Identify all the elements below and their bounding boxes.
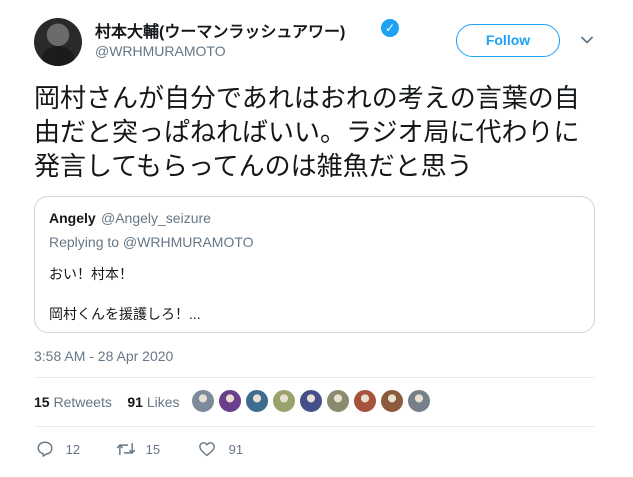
tweet-text: 岡村さんが自分であれはおれの考えの言葉の自由だと突っぱねればいい。ラジオ局に代わ…: [34, 83, 580, 181]
divider: [34, 426, 595, 427]
reply-button[interactable]: 12: [36, 440, 80, 460]
follow-button[interactable]: Follow: [456, 24, 560, 57]
reply-count: 12: [65, 441, 81, 457]
quoted-author-name: Angely: [49, 210, 96, 226]
liker-avatar[interactable]: [272, 389, 296, 413]
likes-count[interactable]: 91: [127, 394, 143, 410]
retweet-count: 15: [145, 441, 161, 457]
liker-avatar[interactable]: [191, 389, 215, 413]
retweet-button[interactable]: 15: [116, 440, 160, 460]
heart-icon: [199, 442, 215, 457]
reply-icon: [37, 441, 53, 457]
chevron-down-icon[interactable]: [581, 34, 593, 46]
liker-avatar[interactable]: [245, 389, 269, 413]
like-count: 91: [228, 441, 244, 457]
quoted-text-line: おい！村本！: [49, 266, 133, 282]
likes-label[interactable]: Likes: [147, 394, 180, 410]
author-avatar[interactable]: [34, 18, 82, 66]
liker-avatar[interactable]: [407, 389, 431, 413]
quoted-author-handle: @Angely_seizure: [101, 210, 211, 226]
retweets-count[interactable]: 15: [34, 394, 50, 410]
quoted-replying-to: Replying to @WRHMURAMOTO: [49, 234, 254, 250]
divider: [34, 377, 595, 378]
liker-avatars: [191, 389, 434, 415]
liker-avatar[interactable]: [299, 389, 323, 413]
quoted-text-line: 岡村くんを援護しろ！...: [49, 306, 201, 322]
tweet-stats: 15 Retweets 91 Likes: [34, 394, 180, 410]
author-handle[interactable]: @WRHMURAMOTO: [95, 43, 226, 59]
author-display-name[interactable]: 村本大輔(ウーマンラッシュアワー): [95, 18, 345, 42]
liker-avatar[interactable]: [353, 389, 377, 413]
retweets-label[interactable]: Retweets: [53, 394, 111, 410]
liker-avatar[interactable]: [326, 389, 350, 413]
like-button[interactable]: 91: [198, 440, 243, 460]
liker-avatar[interactable]: [380, 389, 404, 413]
quoted-tweet[interactable]: Angely @Angely_seizure Replying to @WRHM…: [34, 196, 595, 333]
verified-badge-icon: ✓: [381, 19, 399, 37]
liker-avatar[interactable]: [218, 389, 242, 413]
tweet-timestamp[interactable]: 3:58 AM - 28 Apr 2020: [34, 348, 173, 364]
retweet-icon: [116, 442, 136, 456]
